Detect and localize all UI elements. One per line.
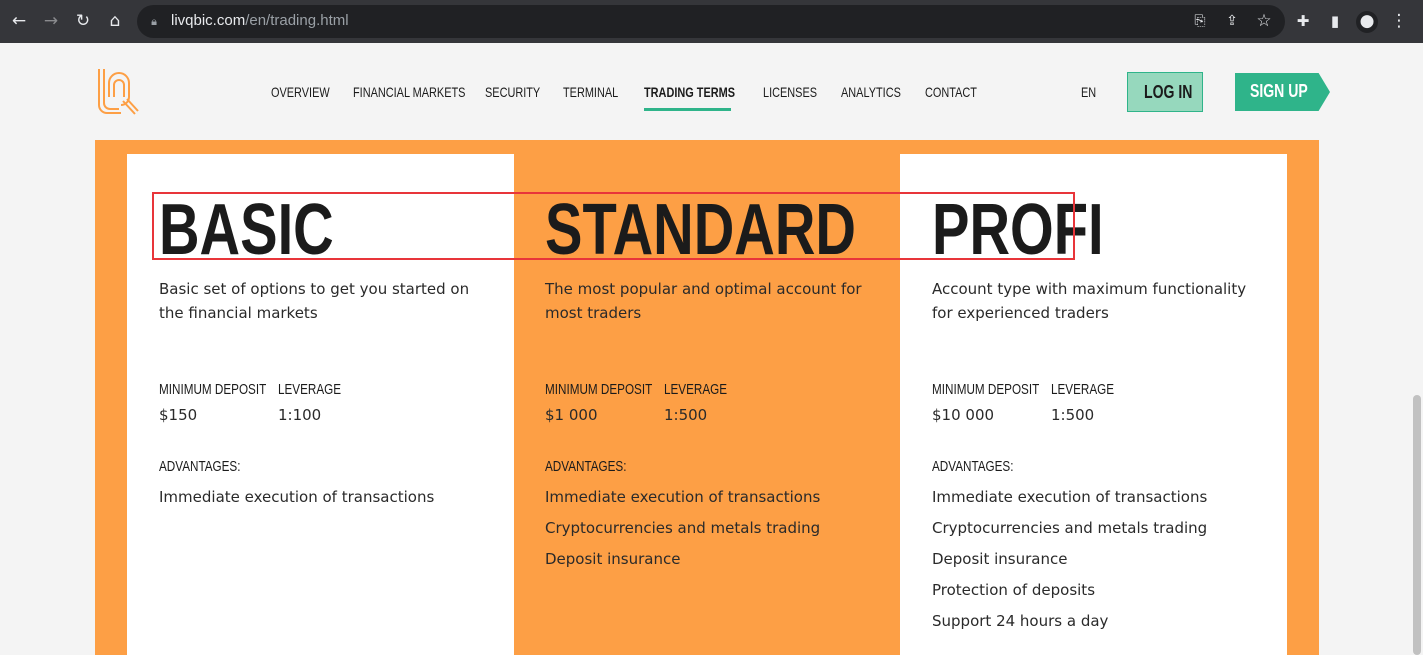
nav-label: SECURITY — [485, 84, 541, 100]
nav-contact[interactable]: CONTACT — [925, 84, 992, 101]
leverage-label: LEVERAGE — [1051, 381, 1115, 398]
deposit-label: MINIMUM DEPOSIT — [545, 381, 653, 398]
advantages-label: ADVANTAGES: — [932, 458, 1014, 475]
lock-icon[interactable]: 🔒︎ — [143, 12, 165, 32]
deposit-value: $10 000 — [932, 406, 995, 424]
leverage-label: LEVERAGE — [664, 381, 728, 398]
advantage-item: Deposit insurance — [545, 550, 681, 568]
forward-icon[interactable]: → — [40, 11, 62, 31]
leverage-label: LEVERAGE — [278, 381, 342, 398]
active-nav-underline — [644, 108, 731, 111]
url-domain: livqbic.com — [171, 12, 246, 29]
advantage-item: Protection of deposits — [932, 581, 1096, 599]
url-path: /en/trading.html — [245, 12, 349, 29]
leverage-value: 1:500 — [664, 406, 708, 424]
nav-label: LICENSES — [763, 84, 818, 100]
reload-icon[interactable]: ↻ — [72, 11, 94, 31]
plan-description: Basic set of options to get you started … — [159, 280, 470, 322]
login-button[interactable]: LOG IN — [1127, 72, 1203, 112]
highlight-box — [152, 192, 1075, 260]
advantage-item: Immediate execution of transactions — [159, 488, 435, 506]
url-text[interactable]: livqbic.com/en/trading.html — [171, 12, 349, 29]
nav-label: OVERVIEW — [271, 84, 330, 100]
deposit-value: $150 — [159, 406, 198, 424]
nav-label: TERMINAL — [563, 84, 619, 100]
language-selector[interactable]: EN — [1081, 84, 1100, 101]
nav-licenses[interactable]: LICENSES — [763, 84, 832, 101]
advantage-item: Immediate execution of transactions — [932, 488, 1208, 506]
plan-description: Account type with maximum functionality … — [932, 280, 1247, 322]
plan-description: The most popular and optimal account for… — [545, 280, 862, 322]
advantage-item: Cryptocurrencies and metals trading — [545, 519, 821, 537]
nav-terminal[interactable]: TERMINAL — [563, 84, 634, 101]
share-icon[interactable]: ⇪ — [1221, 11, 1243, 31]
extensions-icon[interactable]: ✚ — [1292, 11, 1314, 31]
nav-overview[interactable]: OVERVIEW — [271, 84, 346, 101]
advantage-item: Deposit insurance — [932, 550, 1068, 568]
side-panel-icon[interactable]: ▮ — [1324, 11, 1346, 31]
signup-label: SIGN UP — [1250, 81, 1308, 101]
nav-financial-markets[interactable]: FINANCIAL MARKETS — [353, 84, 497, 101]
advantages-label: ADVANTAGES: — [545, 458, 627, 475]
translate-icon[interactable]: ⎘ — [1189, 11, 1211, 31]
nav-label: TRADING TERMS — [644, 84, 736, 100]
leverage-value: 1:100 — [278, 406, 322, 424]
leverage-value: 1:500 — [1051, 406, 1095, 424]
browser-toolbar: ← → ↻ ⌂ 🔒︎ livqbic.com/en/trading.html ⎘… — [0, 0, 1423, 43]
advantage-item: Support 24 hours a day — [932, 612, 1109, 630]
nav-security[interactable]: SECURITY — [485, 84, 556, 101]
signup-button[interactable]: SIGN UP — [1235, 73, 1330, 111]
deposit-label: MINIMUM DEPOSIT — [932, 381, 1040, 398]
nav-analytics[interactable]: ANALYTICS — [841, 84, 918, 101]
profile-icon[interactable]: ● — [1356, 11, 1378, 33]
nav-label: FINANCIAL MARKETS — [353, 84, 466, 100]
nav-trading-terms[interactable]: TRADING TERMS — [644, 84, 761, 101]
home-icon[interactable]: ⌂ — [104, 11, 126, 31]
advantages-label: ADVANTAGES: — [159, 458, 241, 475]
back-icon[interactable]: ← — [8, 11, 30, 31]
livqbic-logo[interactable] — [97, 67, 141, 117]
deposit-value: $1 000 — [545, 406, 598, 424]
star-icon[interactable]: ☆ — [1253, 11, 1275, 31]
advantage-item: Cryptocurrencies and metals trading — [932, 519, 1208, 537]
nav-label: ANALYTICS — [841, 84, 901, 100]
login-label: LOG IN — [1144, 82, 1193, 102]
language-label: EN — [1081, 84, 1097, 100]
advantage-item: Immediate execution of transactions — [545, 488, 821, 506]
menu-icon[interactable]: ⋮ — [1388, 11, 1410, 31]
scrollbar-thumb[interactable] — [1413, 395, 1421, 655]
nav-label: CONTACT — [925, 84, 977, 100]
deposit-label: MINIMUM DEPOSIT — [159, 381, 267, 398]
